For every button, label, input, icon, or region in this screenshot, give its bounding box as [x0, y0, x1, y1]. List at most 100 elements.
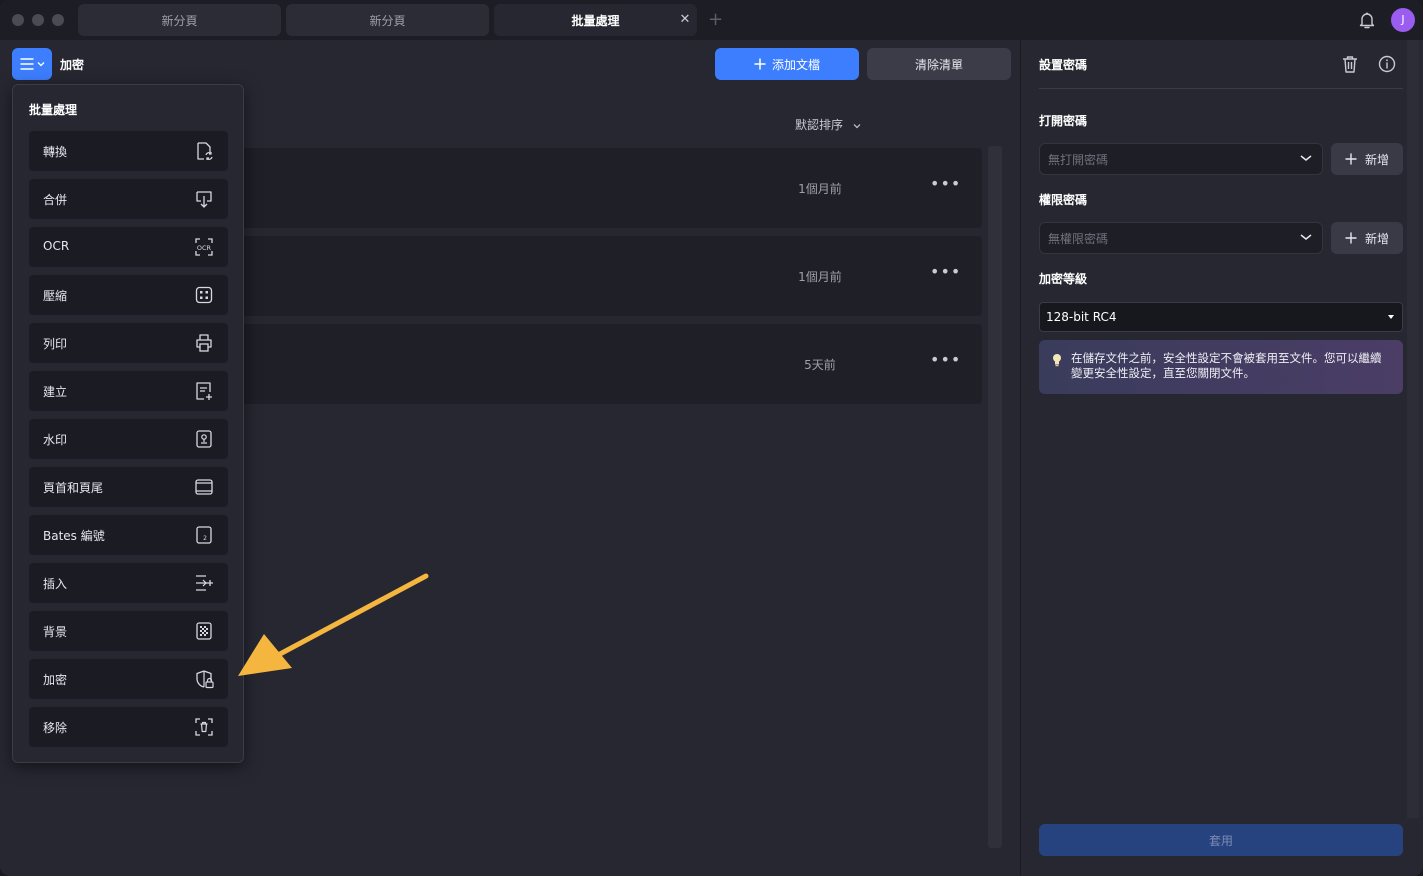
add-files-label: 添加文檔 [771, 57, 820, 72]
menu-item-label: 建立 [43, 385, 68, 399]
svg-text:OCR: OCR [197, 244, 212, 252]
zoom-window-button[interactable] [52, 14, 64, 26]
title-bar: 新分頁 新分頁 批量處理 ✕ + J [0, 0, 1423, 40]
bell-icon[interactable] [1356, 9, 1378, 31]
encrypt-icon [193, 668, 215, 690]
file-modified-time: 1個月前 [798, 182, 842, 196]
menu-item-encrypt[interactable]: 加密 [29, 659, 228, 699]
settings-title: 設置密碼 [1039, 58, 1088, 72]
permission-password-select[interactable]: 無權限密碼 [1039, 222, 1323, 254]
settings-divider [1039, 88, 1403, 89]
clear-list-label: 清除清單 [914, 57, 963, 72]
print-icon [193, 332, 215, 354]
plus-icon [1345, 153, 1357, 165]
close-window-button[interactable] [12, 14, 24, 26]
insert-icon [193, 572, 215, 594]
svg-text:2: 2 [203, 535, 207, 542]
menu-item-convert[interactable]: 轉換 [29, 131, 228, 171]
menu-item-merge[interactable]: 合併 [29, 179, 228, 219]
app-window: 新分頁 新分頁 批量處理 ✕ + J 加密 添加文檔 清除清單 默認排序 1個月… [0, 0, 1423, 876]
annotation-arrow-icon [238, 573, 429, 676]
minimize-window-button[interactable] [32, 14, 44, 26]
add-files-button[interactable]: 添加文檔 [715, 48, 859, 80]
menu-item-label: 頁首和頁尾 [43, 481, 104, 495]
trash-icon[interactable] [1339, 53, 1361, 75]
menu-item-header-footer[interactable]: 頁首和頁尾 [29, 467, 228, 507]
file-modified-time: 1個月前 [798, 270, 842, 284]
user-avatar[interactable]: J [1391, 8, 1415, 32]
menu-item-label: 轉換 [43, 145, 68, 159]
menu-item-label: 列印 [43, 337, 68, 351]
permission-password-value: 無權限密碼 [1048, 231, 1109, 246]
tab-batch-processing[interactable]: 批量處理 ✕ [494, 4, 697, 36]
chevron-down-icon [1298, 229, 1314, 245]
tab-label: 新分頁 [369, 13, 406, 28]
watermark-icon [193, 428, 215, 450]
sort-label: 默認排序 [795, 118, 844, 132]
merge-icon [193, 188, 215, 210]
plus-icon [1345, 232, 1357, 244]
menu-item-insert[interactable]: 插入 [29, 563, 228, 603]
security-note-text: 在儲存文件之前，安全性設定不會被套用至文件。您可以繼續變更安全性設定，直至您關閉… [1071, 351, 1382, 380]
chevron-down-icon [853, 122, 861, 130]
more-options-icon[interactable]: ••• [930, 262, 960, 286]
menu-item-label: 壓縮 [43, 289, 68, 303]
batch-menu-button[interactable] [12, 48, 52, 80]
create-icon [193, 380, 215, 402]
dropdown-arrow-icon [1388, 315, 1394, 319]
file-list-scrollbar[interactable] [988, 146, 1002, 848]
menu-item-background[interactable]: 背景 [29, 611, 228, 651]
add-permission-password-button[interactable]: 新增 [1331, 222, 1403, 254]
close-tab-icon[interactable]: ✕ [677, 12, 693, 28]
batch-menu-dropdown: 批量處理 轉換 合併 OCR OCR 壓縮 列印 建立 水印 頁首和頁尾 Bat… [12, 84, 244, 763]
new-label: 新增 [1364, 231, 1389, 246]
add-tab-icon[interactable]: + [708, 10, 724, 30]
menu-item-create[interactable]: 建立 [29, 371, 228, 411]
info-icon[interactable] [1376, 53, 1398, 75]
lightbulb-icon [1051, 353, 1063, 367]
apply-button[interactable]: 套用 [1039, 824, 1403, 856]
file-row[interactable]: 1個月前 ••• [230, 148, 982, 228]
add-open-password-button[interactable]: 新增 [1331, 143, 1403, 175]
tab-new-1[interactable]: 新分頁 [78, 4, 281, 36]
menu-item-watermark[interactable]: 水印 [29, 419, 228, 459]
encryption-level-label: 加密等級 [1039, 272, 1088, 286]
more-options-icon[interactable]: ••• [930, 174, 960, 198]
menu-item-label: Bates 編號 [43, 529, 105, 543]
menu-item-label: OCR [43, 239, 70, 253]
open-password-value: 無打開密碼 [1048, 152, 1109, 167]
encryption-level-select[interactable]: 128-bit RC4 [1039, 302, 1403, 332]
more-options-icon[interactable]: ••• [930, 350, 960, 374]
file-row[interactable]: 1個月前 ••• [230, 236, 982, 316]
chevron-down-icon [1298, 150, 1314, 166]
menu-item-ocr[interactable]: OCR OCR [29, 227, 228, 267]
new-label: 新增 [1364, 152, 1389, 167]
file-row[interactable]: 5天前 ••• [230, 324, 982, 404]
open-password-select[interactable]: 無打開密碼 [1039, 143, 1323, 175]
menu-item-label: 插入 [43, 577, 68, 591]
permission-password-label: 權限密碼 [1039, 193, 1088, 207]
menu-item-label: 水印 [43, 433, 68, 447]
encryption-level-value: 128-bit RC4 [1046, 310, 1117, 324]
menu-item-compress[interactable]: 壓縮 [29, 275, 228, 315]
menu-icon [20, 57, 34, 71]
settings-scrollbar[interactable] [1407, 40, 1419, 818]
tab-new-2[interactable]: 新分頁 [286, 4, 489, 36]
batch-menu-title: 批量處理 [29, 103, 78, 117]
menu-item-print[interactable]: 列印 [29, 323, 228, 363]
tab-label: 批量處理 [571, 13, 620, 28]
convert-icon [193, 140, 215, 162]
menu-item-bates-number[interactable]: Bates 編號 2 [29, 515, 228, 555]
tab-label: 新分頁 [161, 13, 198, 28]
sort-dropdown[interactable]: 默認排序 [795, 116, 861, 133]
menu-item-label: 合併 [43, 193, 68, 207]
clear-list-button[interactable]: 清除清單 [867, 48, 1011, 80]
chevron-down-icon [37, 60, 45, 68]
background-icon [193, 620, 215, 642]
plus-icon [754, 58, 766, 70]
remove-icon [193, 716, 215, 738]
file-modified-time: 5天前 [804, 358, 836, 372]
menu-item-remove[interactable]: 移除 [29, 707, 228, 747]
page-title: 加密 [60, 58, 85, 72]
ocr-icon: OCR [193, 236, 215, 258]
